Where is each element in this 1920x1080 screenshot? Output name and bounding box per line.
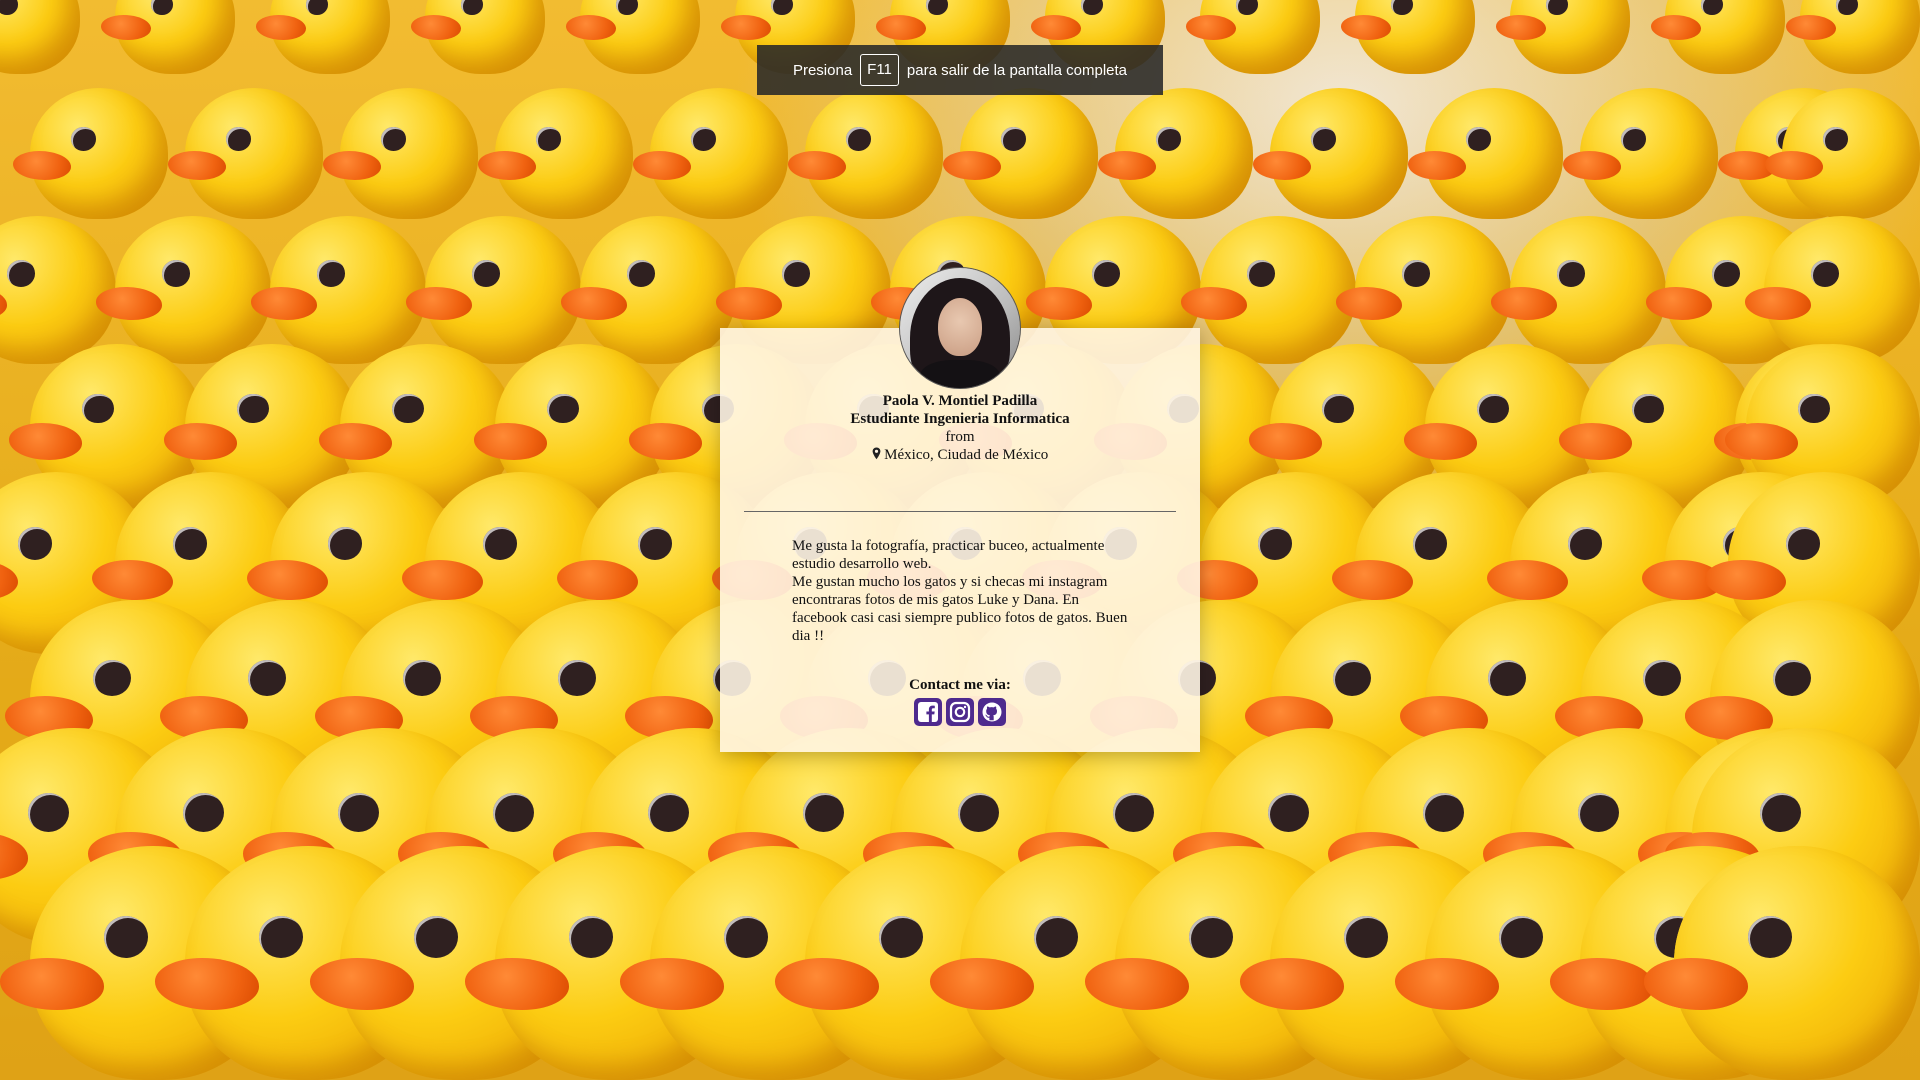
profile-name: Paola V. Montiel Padilla <box>882 393 1038 409</box>
f11-key-badge: F11 <box>860 54 899 86</box>
rubber-duck <box>251 216 426 365</box>
rubber-duck <box>1336 216 1511 365</box>
rubber-duck <box>1785 0 1920 74</box>
rubber-duck <box>788 88 943 220</box>
rubber-duck <box>1644 846 1920 1080</box>
from-label: from <box>945 429 975 445</box>
rubber-duck <box>1181 216 1356 365</box>
profile-location: México, Ciudad de México <box>720 446 1200 465</box>
contact-label: Contact me via: <box>909 677 1011 693</box>
profile-title: Estudiante Ingenieria Informatica <box>850 411 1070 427</box>
location-text: México, Ciudad de México <box>884 447 1049 463</box>
rubber-duck <box>96 216 271 365</box>
rubber-duck <box>0 216 116 365</box>
rubber-duck <box>1745 216 1920 365</box>
instagram-link[interactable] <box>946 698 974 726</box>
rubber-duck <box>1563 88 1718 220</box>
divider <box>744 511 1176 512</box>
rubber-duck <box>1765 88 1920 220</box>
bio-line: Me gustan mucho los gatos y si checas mi… <box>792 574 1128 644</box>
rubber-duck <box>406 216 581 365</box>
rubber-duck <box>1340 0 1475 74</box>
rubber-duck <box>478 88 633 220</box>
social-links <box>720 698 1200 726</box>
rubber-duck <box>1185 0 1320 74</box>
rubber-duck <box>168 88 323 220</box>
rubber-duck <box>100 0 235 74</box>
map-marker-icon <box>872 447 885 463</box>
facebook-link[interactable] <box>914 698 942 726</box>
rubber-duck <box>565 0 700 74</box>
rubber-duck <box>943 88 1098 220</box>
github-link[interactable] <box>978 698 1006 726</box>
rubber-duck <box>13 88 168 220</box>
rubber-duck <box>1098 88 1253 220</box>
instagram-icon <box>949 701 971 723</box>
facebook-icon <box>917 701 939 723</box>
profile-card: Paola V. Montiel Padilla Estudiante Inge… <box>720 268 1200 752</box>
fullscreen-notice-prefix: Presiona <box>792 61 853 79</box>
github-icon <box>981 701 1003 723</box>
bio-line: Me gusta la fotografía, practicar buceo,… <box>792 538 1105 572</box>
rubber-duck <box>1650 0 1785 74</box>
profile-info: Paola V. Montiel Padilla Estudiante Inge… <box>720 392 1200 465</box>
rubber-duck <box>0 0 80 74</box>
rubber-duck <box>1408 88 1563 220</box>
rubber-duck <box>1495 0 1630 74</box>
rubber-duck <box>633 88 788 220</box>
rubber-duck <box>323 88 478 220</box>
rubber-duck <box>410 0 545 74</box>
rubber-duck <box>255 0 390 74</box>
rubber-duck <box>561 216 736 365</box>
rubber-duck <box>1491 216 1666 365</box>
fullscreen-exit-notice: Presiona F11 para salir de la pantalla c… <box>757 45 1163 95</box>
rubber-duck <box>1253 88 1408 220</box>
fullscreen-notice-suffix: para salir de la pantalla completa <box>906 61 1128 79</box>
bio: Me gusta la fotografía, practicar buceo,… <box>792 537 1132 645</box>
avatar <box>900 268 1020 388</box>
